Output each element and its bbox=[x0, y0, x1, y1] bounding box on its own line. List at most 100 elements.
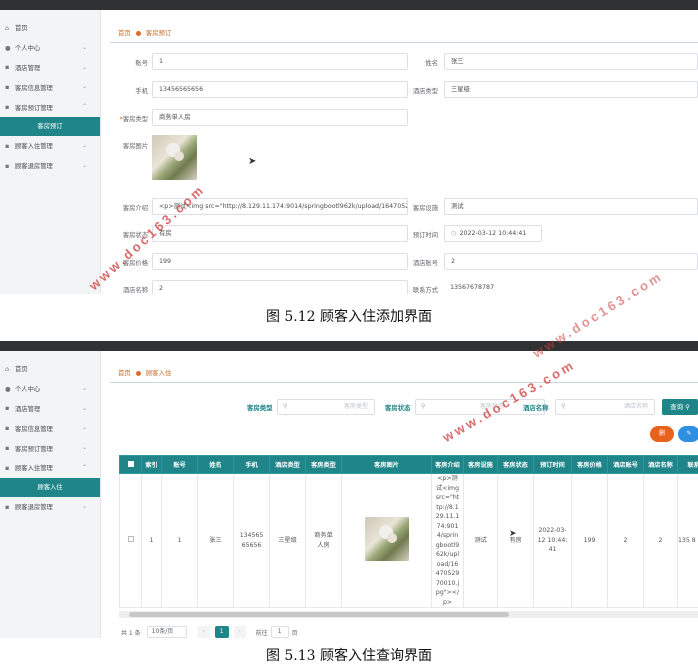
sidebar-subitem-room-booking[interactable]: 客房预订 bbox=[0, 116, 100, 136]
chevron-down-icon: ⌄ bbox=[81, 63, 87, 71]
sidebar-item-profile[interactable]: ● 个人中心 ⌄ bbox=[0, 379, 100, 399]
chevron-down-icon: ⌄ bbox=[81, 404, 87, 412]
delete-button[interactable]: 删 bbox=[650, 426, 674, 442]
booking-time-field[interactable]: ◷ 2022-03-12 10:44:41 bbox=[444, 225, 542, 242]
sidebar-item-label: 顾客入住管理 bbox=[15, 143, 53, 151]
column-header[interactable]: 客房状态 bbox=[497, 455, 534, 474]
column-header[interactable]: 酒店名称 bbox=[643, 455, 678, 474]
hotel-type-field[interactable]: 三星级 bbox=[444, 81, 698, 98]
goto-page-input[interactable]: 1 bbox=[270, 626, 289, 638]
table-row[interactable]: 1 1 张三 13456565656 三星级 商务单人房 <p>测试<img s… bbox=[119, 473, 698, 608]
cell-price: 199 bbox=[571, 473, 608, 608]
clock-icon: ◷ bbox=[451, 230, 457, 237]
sidebar-subitem-checkin[interactable]: 顾客入住 bbox=[0, 477, 100, 497]
room-image[interactable] bbox=[152, 135, 197, 180]
room-type-field[interactable]: 商务单人房 bbox=[152, 109, 408, 126]
hotel-name-search-input[interactable]: ⚲ 酒店名称 bbox=[555, 399, 655, 415]
chevron-up-icon: ⌃ bbox=[81, 463, 87, 471]
room-intro-label: 客房介绍 bbox=[122, 205, 148, 212]
page-size-select[interactable]: 10条/页 bbox=[146, 626, 187, 638]
sidebar-item-room-booking[interactable]: ▪ 客房预订管理 ⌄ bbox=[0, 438, 100, 458]
room-image-label: 客房图片 bbox=[122, 143, 148, 150]
booking-time-label: 预订时间 bbox=[412, 232, 438, 239]
page-number[interactable]: 1 bbox=[214, 626, 229, 638]
room-price-field[interactable]: 199 bbox=[152, 253, 408, 270]
column-header[interactable]: 账号 bbox=[161, 455, 198, 474]
facilities-field[interactable]: 测试 bbox=[444, 198, 698, 215]
select-all-checkbox[interactable] bbox=[119, 455, 142, 474]
sidebar-item-label: 个人中心 bbox=[15, 386, 41, 394]
chevron-down-icon: ⌄ bbox=[81, 161, 87, 169]
room-type-search-input[interactable]: ⚲ 客房类型 bbox=[277, 399, 375, 415]
figure-caption: 图 5.13 顾客入住查询界面 bbox=[265, 648, 433, 664]
row-checkbox[interactable] bbox=[119, 473, 142, 608]
breadcrumb-home[interactable]: 首页 bbox=[118, 369, 131, 377]
prev-page-button[interactable]: ‹ bbox=[197, 626, 210, 638]
search-placeholder: 酒店名称 bbox=[623, 403, 648, 410]
sidebar-item-label: 顾客退房管理 bbox=[15, 504, 53, 512]
column-header[interactable]: 客房介绍 bbox=[431, 455, 464, 474]
query-button[interactable]: 查询 ⚲ bbox=[662, 399, 698, 415]
column-header[interactable]: 联系 bbox=[677, 455, 698, 474]
sidebar-item-room-booking[interactable]: ▪ 客房预订管理 ⌃ bbox=[0, 97, 100, 117]
column-header[interactable]: 索引 bbox=[141, 455, 162, 474]
column-header[interactable]: 客房图片 bbox=[341, 455, 432, 474]
sidebar-item-checkin[interactable]: ▪ 顾客入住管理 ⌄ bbox=[0, 136, 100, 156]
sidebar-item-hotel[interactable]: ▪ 酒店管理 ⌄ bbox=[0, 399, 100, 419]
column-header[interactable]: 客房价格 bbox=[571, 455, 608, 474]
cell-hotel-type: 三星级 bbox=[269, 473, 306, 608]
sidebar-item-label: 酒店管理 bbox=[15, 64, 41, 72]
total-count: 共 1 条 bbox=[121, 629, 141, 637]
breadcrumb-current: 客房预订 bbox=[145, 29, 172, 37]
sidebar-item-label: 首页 bbox=[15, 25, 28, 33]
pagination: 共 1 条 10条/页 ‹ 1 › 前往 1 页 bbox=[121, 626, 298, 638]
sidebar-item-home[interactable]: ⌂ 首页 bbox=[0, 18, 100, 38]
sidebar-item-profile[interactable]: ● 个人中心 ⌄ bbox=[0, 38, 100, 58]
table-header: 索引 账号 姓名 手机 酒店类型 客房类型 客房图片 客房介绍 客房设施 客房状… bbox=[119, 455, 698, 474]
edit-button[interactable]: ✎ bbox=[678, 426, 698, 442]
breadcrumb-home[interactable]: 首页 bbox=[118, 29, 131, 37]
sidebar-item-hotel[interactable]: ▪ 酒店管理 ⌄ bbox=[0, 58, 100, 78]
list-icon: ▪ bbox=[5, 161, 10, 170]
name-field[interactable]: 张三 bbox=[444, 53, 698, 70]
home-icon: ⌂ bbox=[5, 23, 10, 32]
cell-room-image bbox=[341, 473, 432, 608]
column-header[interactable]: 客房类型 bbox=[305, 455, 342, 474]
column-header[interactable]: 客房设施 bbox=[463, 455, 498, 474]
scrollbar-thumb[interactable] bbox=[129, 612, 509, 617]
phone-label: 手机 bbox=[135, 88, 148, 95]
room-status-field[interactable]: 有房 bbox=[152, 225, 408, 242]
horizontal-scrollbar[interactable] bbox=[119, 611, 698, 618]
sidebar-item-home[interactable]: ⌂ 首页 bbox=[0, 359, 100, 379]
cell-intro: <p>测试<img src="http://8.129.11.174:9014/… bbox=[431, 473, 464, 608]
chevron-down-icon: ⌄ bbox=[81, 424, 87, 432]
user-icon: ● bbox=[5, 384, 11, 393]
sidebar-item-room-info[interactable]: ▪ 客房信息管理 ⌄ bbox=[0, 418, 100, 438]
column-header[interactable]: 手机 bbox=[233, 455, 270, 474]
column-header[interactable]: 预订时间 bbox=[533, 455, 572, 474]
phone-field[interactable]: 13456565656 bbox=[152, 81, 408, 98]
sidebar-item-label: 客房信息管理 bbox=[15, 84, 53, 92]
chevron-down-icon: ⌄ bbox=[81, 502, 87, 510]
mouse-cursor-icon: ➤ bbox=[509, 529, 517, 539]
sidebar-item-label: 客房预订管理 bbox=[15, 445, 53, 453]
name-label: 姓名 bbox=[425, 60, 438, 67]
sidebar-item-checkout[interactable]: ▪ 顾客退房管理 ⌄ bbox=[0, 497, 100, 517]
next-page-button[interactable]: › bbox=[233, 626, 246, 638]
account-field[interactable]: 1 bbox=[152, 53, 408, 70]
hotel-account-field[interactable]: 2 bbox=[444, 253, 698, 270]
breadcrumb: 首页 顾客入住 bbox=[118, 368, 171, 377]
column-header[interactable]: 姓名 bbox=[197, 455, 234, 474]
divider bbox=[110, 382, 698, 383]
cell-name: 张三 bbox=[197, 473, 234, 608]
sidebar-item-label: 客房预订管理 bbox=[15, 104, 53, 112]
hotel-name-field[interactable]: 2 bbox=[152, 280, 408, 294]
facilities-label: 客房设施 bbox=[412, 205, 438, 212]
sidebar-item-checkout[interactable]: ▪ 顾客退房管理 ⌄ bbox=[0, 156, 100, 176]
sidebar-item-room-info[interactable]: ▪ 客房信息管理 ⌄ bbox=[0, 77, 100, 97]
list-icon: ▪ bbox=[5, 404, 10, 413]
room-image-thumbnail[interactable] bbox=[364, 516, 409, 561]
sidebar-item-checkin[interactable]: ▪ 顾客入住管理 ⌃ bbox=[0, 458, 100, 478]
column-header[interactable]: 酒店类型 bbox=[269, 455, 306, 474]
column-header[interactable]: 酒店账号 bbox=[607, 455, 644, 474]
